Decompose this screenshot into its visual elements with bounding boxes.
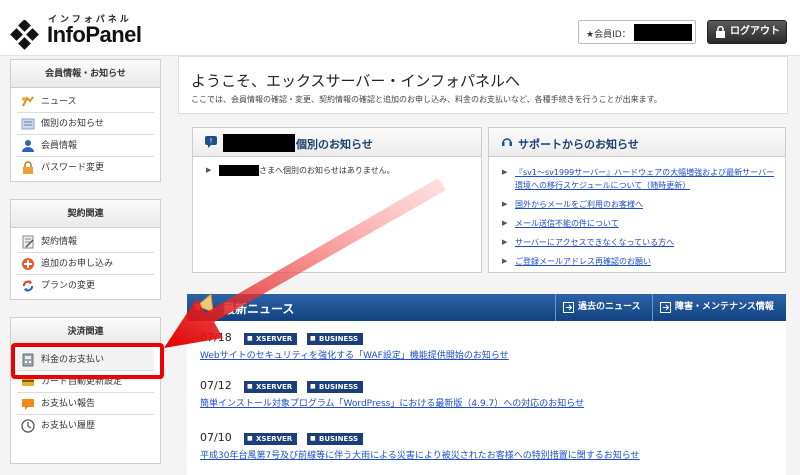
header: インフォパネル InfoPanel ★会員ID： ログアウト <box>0 0 800 56</box>
news-item: 07/18 XSERVER BUSINESS Webサイトのセキュリティを強化す… <box>187 321 786 375</box>
xserver-badge: XSERVER <box>244 381 298 393</box>
sidebar-item-news[interactable]: ニュース <box>17 91 154 113</box>
news-icon <box>22 96 34 107</box>
welcome-box: ようこそ、エックスサーバー・インフォパネルへ ここでは、会員情報の確認・変更、契… <box>178 56 788 114</box>
support-notice-link[interactable]: ご登録メールアドレス再確認のお願い <box>515 257 651 266</box>
news-item: 07/12 XSERVER BUSINESS 簡単インストール対象プログラム「W… <box>187 369 786 423</box>
sidebar-item-password[interactable]: パスワード変更 <box>17 157 154 179</box>
past-news-label: 過去のニュース <box>578 302 641 312</box>
support-notice-link[interactable]: サーバーにアクセスできなくなっている方へ <box>515 238 674 247</box>
news-date: 07/12 <box>200 379 232 392</box>
sidebar-item-plan-change[interactable]: プランの変更 <box>17 275 154 297</box>
notice-icon <box>21 118 35 130</box>
sidebar-section-contract: 契約関連 契約情報 追加のお申し込み プランの変更 <box>10 199 161 300</box>
news-bar: 最新ニュース 過去のニュース 障害・メンテナンス情報 <box>187 293 786 321</box>
support-notice-item: サーバーにアクセスできなくなっている方へ <box>502 236 775 249</box>
sidebar-section-title: 決済関連 <box>11 318 160 346</box>
sidebar-item-label: 契約情報 <box>41 237 78 247</box>
news-link[interactable]: 簡単インストール対象プログラム「WordPress」における最新版（4.9.7）… <box>200 396 584 409</box>
sidebar-section-title: 会員情報・お知らせ <box>11 60 160 88</box>
speech-bubble-icon: ! <box>205 136 217 148</box>
support-notice-title: サポートからのお知らせ <box>518 138 639 151</box>
arrow-box-icon <box>563 302 574 313</box>
highlight-box <box>11 343 164 379</box>
business-badge: BUSINESS <box>307 381 364 393</box>
support-headset-icon <box>502 138 512 146</box>
megaphone-icon <box>195 293 214 313</box>
arrow-box-icon <box>660 302 671 313</box>
sidebar-section-member: 会員情報・お知らせ ニュース 個別のお知らせ 会員情報 パスワード変更 <box>10 59 161 182</box>
lock-icon <box>23 161 33 174</box>
member-id-label: ★会員ID： <box>586 30 631 40</box>
welcome-title: ようこそ、エックスサーバー・インフォパネルへ <box>191 72 520 90</box>
news-link[interactable]: 平成30年台風第7号及び前線等に伴う大雨による災害により被災されたお客様への特別… <box>200 448 640 461</box>
sidebar-item-label: ニュース <box>41 97 77 107</box>
sidebar-item-contract-info[interactable]: 契約情報 <box>17 231 154 253</box>
member-id-redacted <box>634 24 692 41</box>
logo-text: InfoPanel <box>47 22 142 47</box>
xserver-badge: XSERVER <box>244 433 298 445</box>
sidebar-item-personal-notice[interactable]: 個別のお知らせ <box>17 113 154 135</box>
maintenance-info-label: 障害・メンテナンス情報 <box>675 302 774 312</box>
welcome-subtitle: ここでは、会員情報の確認・変更、契約情報の確認と追加のお申し込み、料金のお支払い… <box>191 95 662 104</box>
member-id-box: ★会員ID： <box>578 20 696 44</box>
sidebar-section-payment: 決済関連 料金のお支払い カード自動更新設定 お支払い報告 お支払い履歴 <box>10 317 161 464</box>
support-notice-link[interactable]: 『sv1～sv1999サーバー』ハードウェアの大幅増強および最新サーバー環境への… <box>515 168 774 190</box>
personal-notice-line: さまへ個別のお知らせはありません。 <box>206 164 471 177</box>
svg-text:!: ! <box>210 137 213 145</box>
xserver-badge: XSERVER <box>244 333 298 345</box>
personal-notice-title: 個別のお知らせ <box>296 138 373 151</box>
sidebar-item-label: 個別のお知らせ <box>41 119 104 129</box>
contract-icon <box>22 235 34 249</box>
infopanel-logo[interactable]: インフォパネル InfoPanel <box>10 12 160 52</box>
redacted-username <box>223 134 295 152</box>
sidebar-item-label: 追加のお申し込み <box>41 259 114 269</box>
sidebar-item-member-info[interactable]: 会員情報 <box>17 135 154 157</box>
past-news-tab[interactable]: 過去のニュース <box>555 294 652 321</box>
maintenance-info-tab[interactable]: 障害・メンテナンス情報 <box>652 294 786 321</box>
news-title: 最新ニュース <box>223 302 295 316</box>
business-badge: BUSINESS <box>307 333 364 345</box>
support-notice-item: 『sv1～sv1999サーバー』ハードウェアの大幅増強および最新サーバー環境への… <box>502 166 775 192</box>
sidebar-section-title: 契約関連 <box>11 200 160 228</box>
sidebar-item-label: 会員情報 <box>41 141 78 151</box>
redacted-username <box>219 165 259 176</box>
personal-notice-panel: ! 個別のお知らせ さまへ個別のお知らせはありません。 <box>192 127 482 273</box>
news-date: 07/18 <box>200 331 232 344</box>
sidebar-item-label: プランの変更 <box>41 281 96 291</box>
news-item: 07/10 XSERVER BUSINESS 平成30年台風第7号及び前線等に伴… <box>187 421 786 475</box>
sidebar-item-payment-report[interactable]: お支払い報告 <box>17 393 154 415</box>
personal-notice-text: さまへ個別のお知らせはありません。 <box>259 166 395 175</box>
add-icon <box>22 258 34 270</box>
refresh-icon <box>23 280 33 292</box>
logo-diamond-icon <box>10 20 39 50</box>
logout-label: ログアウト <box>730 26 780 37</box>
sidebar-item-payment-history[interactable]: お支払い履歴 <box>17 415 154 437</box>
clock-icon <box>21 419 35 433</box>
lock-icon <box>716 26 725 38</box>
support-notice-item: ご登録メールアドレス再確認のお願い <box>502 255 775 268</box>
report-icon <box>22 399 34 410</box>
sidebar-item-label: パスワード変更 <box>41 163 105 173</box>
sidebar-item-label: お支払い履歴 <box>41 421 96 431</box>
support-notice-item: 国外からメールをご利用のお客様へ <box>502 198 775 211</box>
support-notice-link[interactable]: 国外からメールをご利用のお客様へ <box>515 200 643 209</box>
user-icon <box>22 140 34 152</box>
logout-button[interactable]: ログアウト <box>707 20 787 44</box>
sidebar-item-label: お支払い報告 <box>41 399 96 409</box>
support-notice-link[interactable]: メール送信不能の件について <box>515 219 619 228</box>
news-link[interactable]: Webサイトのセキュリティを強化する「WAF設定」機能提供開始のお知らせ <box>200 348 509 361</box>
sidebar-item-add-order[interactable]: 追加のお申し込み <box>17 253 154 275</box>
support-notice-panel: サポートからのお知らせ 『sv1～sv1999サーバー』ハードウェアの大幅増強お… <box>488 127 786 273</box>
business-badge: BUSINESS <box>307 433 364 445</box>
news-date: 07/10 <box>200 431 232 444</box>
support-notice-item: メール送信不能の件について <box>502 217 775 230</box>
